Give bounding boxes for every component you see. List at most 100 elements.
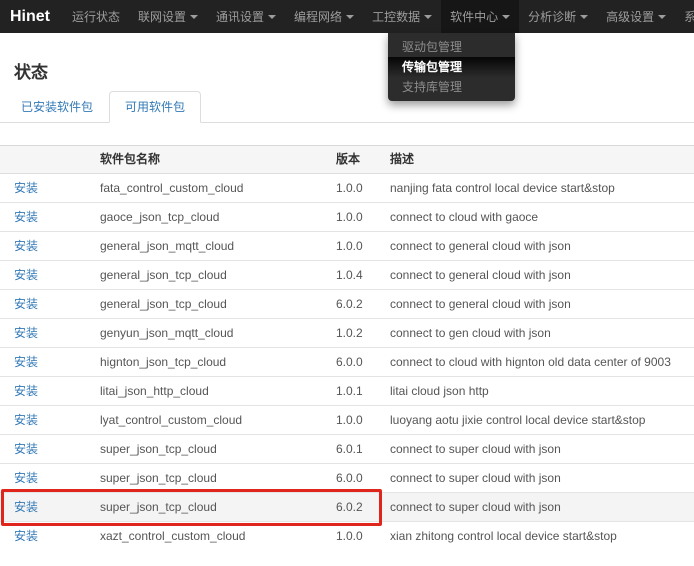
package-version: 6.0.2	[322, 290, 376, 319]
package-version: 6.0.0	[322, 464, 376, 493]
install-cell: 安装	[0, 377, 86, 406]
install-cell: 安装	[0, 435, 86, 464]
package-version: 1.0.2	[322, 319, 376, 348]
table-row: 安装genyun_json_mqtt_cloud1.0.2connect to …	[0, 319, 694, 348]
nav-item-advanced-settings[interactable]: 高级设置	[597, 0, 675, 33]
package-description: connect to general cloud with json	[376, 261, 694, 290]
caret-down-icon	[580, 15, 588, 19]
package-description: connect to general cloud with json	[376, 290, 694, 319]
nav-item-software-center[interactable]: 软件中心	[441, 0, 519, 33]
caret-down-icon	[658, 15, 666, 19]
nav-item-comm-settings[interactable]: 通讯设置	[207, 0, 285, 33]
table-row: 安装 xazt_control_custom_cloud1.0.0xian zhi…	[0, 522, 694, 551]
package-name: hignton_json_tcp_cloud	[86, 348, 322, 377]
table-row: 安装 general_json_tcp_cloud6.0.2connect to …	[0, 290, 694, 319]
install-link[interactable]: 安装	[14, 297, 38, 311]
package-description: connect to gen cloud with json	[376, 319, 694, 348]
packages-table-wrap: 软件包名称 版本 描述 安装fata_control_custom_cloud1…	[0, 145, 694, 550]
install-cell: 安装	[0, 522, 86, 551]
install-cell: 安装	[0, 174, 86, 203]
package-description: connect to cloud with gaoce	[376, 203, 694, 232]
install-link[interactable]: 安装	[14, 500, 38, 514]
table-row: 安装 hignton_json_tcp_cloud6.0.0connect to …	[0, 348, 694, 377]
package-version: 1.0.1	[322, 377, 376, 406]
package-version: 1.0.0	[322, 232, 376, 261]
table-row: 安装super_json_tcp_cloud6.0.2connect to su…	[0, 493, 694, 522]
install-link[interactable]: 安装	[14, 413, 38, 427]
package-name: litai_json_http_cloud	[86, 377, 322, 406]
table-row: 安装general_json_mqtt_cloud1.0.0connect to…	[0, 232, 694, 261]
install-link[interactable]: 安装	[14, 239, 38, 253]
nav-item-label: 通讯设置	[216, 8, 264, 25]
caret-down-icon	[268, 15, 276, 19]
app-brand[interactable]: Hinet	[10, 0, 63, 33]
install-cell: 安装	[0, 348, 86, 377]
column-header-install	[0, 146, 86, 174]
install-cell: 安装	[0, 203, 86, 232]
nav-item-label: 编程网络	[294, 8, 342, 25]
package-name: gaoce_json_tcp_cloud	[86, 203, 322, 232]
install-link[interactable]: 安装	[14, 181, 38, 195]
nav-item-label: 联网设置	[138, 8, 186, 25]
tab-installed-packages[interactable]: 已安装软件包	[5, 91, 109, 123]
install-cell: 安装	[0, 319, 86, 348]
package-description: connect to super cloud with json	[376, 464, 694, 493]
package-description: connect to cloud with hignton old data c…	[376, 348, 694, 377]
package-description: xian zhitong control local device start&…	[376, 522, 694, 551]
package-version: 6.0.2	[322, 493, 376, 522]
nav-item-industrial-data[interactable]: 工控数据	[363, 0, 441, 33]
package-description: nanjing fata control local device start&…	[376, 174, 694, 203]
table-row: 安装fata_control_custom_cloud1.0.0nanjing …	[0, 174, 694, 203]
package-name: super_json_tcp_cloud	[86, 493, 322, 522]
table-header-row: 软件包名称 版本 描述	[0, 146, 694, 174]
package-name: xazt_control_custom_cloud	[86, 522, 322, 551]
table-row: 安装 general_json_tcp_cloud1.0.4connect to …	[0, 261, 694, 290]
install-link[interactable]: 安装	[14, 355, 38, 369]
install-link[interactable]: 安装	[14, 529, 38, 543]
install-cell: 安装	[0, 232, 86, 261]
dropdown-item-transfer-package-mgmt[interactable]: 传输包管理	[388, 57, 515, 77]
table-row: 安装lyat_control_custom_cloud1.0.0luoyang …	[0, 406, 694, 435]
package-description: luoyang aotu jixie control local device …	[376, 406, 694, 435]
navbar-menu: 运行状态联网设置通讯设置编程网络工控数据软件中心分析诊断高级设置系统设置退出	[63, 0, 694, 33]
package-name: general_json_tcp_cloud	[86, 290, 322, 319]
caret-down-icon	[346, 15, 354, 19]
nav-item-label: 运行状态	[72, 8, 120, 25]
package-description: litai cloud json http	[376, 377, 694, 406]
nav-item-analysis-diagnosis[interactable]: 分析诊断	[519, 0, 597, 33]
column-header-name: 软件包名称	[86, 146, 322, 174]
nav-item-network-settings[interactable]: 联网设置	[129, 0, 207, 33]
nav-item-system-settings[interactable]: 系统设置	[675, 0, 694, 33]
package-version: 1.0.0	[322, 174, 376, 203]
package-version: 1.0.0	[322, 522, 376, 551]
package-name: super_json_tcp_cloud	[86, 435, 322, 464]
dropdown-item-support-library-mgmt[interactable]: 支持库管理	[388, 77, 515, 97]
navbar: Hinet 运行状态 联网设置 通讯设置 编程网络 工控数据软件中心 分析诊断 高级设置 系统…	[0, 0, 694, 33]
tab-available-packages[interactable]: 可用软件包	[109, 91, 201, 123]
nav-item-label: 分析诊断	[528, 8, 576, 25]
install-cell: 安装	[0, 464, 86, 493]
nav-item-programming-network[interactable]: 编程网络	[285, 0, 363, 33]
package-name: general_json_mqtt_cloud	[86, 232, 322, 261]
install-link[interactable]: 安装	[14, 442, 38, 456]
package-version: 1.0.4	[322, 261, 376, 290]
package-version: 6.0.1	[322, 435, 376, 464]
install-link[interactable]: 安装	[14, 471, 38, 485]
table-row: 安装 litai_json_http_cloud1.0.1litai cloud …	[0, 377, 694, 406]
package-name: general_json_tcp_cloud	[86, 261, 322, 290]
install-link[interactable]: 安装	[14, 326, 38, 340]
install-cell: 安装	[0, 261, 86, 290]
install-link[interactable]: 安装	[14, 384, 38, 398]
table-row: 安装gaoce_json_tcp_cloud1.0.0connect to cl…	[0, 203, 694, 232]
install-link[interactable]: 安装	[14, 210, 38, 224]
page-title: 状态	[14, 58, 680, 83]
package-description: connect to super cloud with json	[376, 435, 694, 464]
software-center-dropdown: 驱动包管理传输包管理支持库管理	[388, 33, 515, 101]
install-link[interactable]: 安装	[14, 268, 38, 282]
dropdown-item-driver-package-mgmt[interactable]: 驱动包管理	[388, 37, 515, 57]
nav-item-label: 高级设置	[606, 8, 654, 25]
package-version: 6.0.0	[322, 348, 376, 377]
column-header-description: 描述	[376, 146, 694, 174]
nav-item-run-status[interactable]: 运行状态	[63, 0, 129, 33]
nav-item-label: 软件中心	[450, 8, 498, 25]
